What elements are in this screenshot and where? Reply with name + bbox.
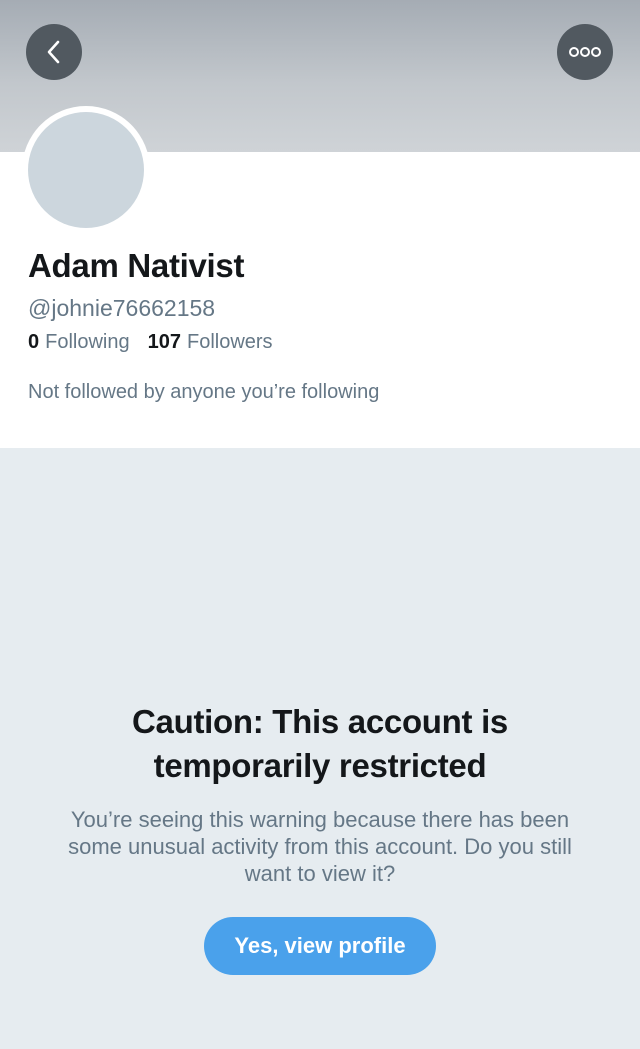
username-handle: @johnie76662158 bbox=[28, 295, 216, 321]
following-stat[interactable]: 0 Following bbox=[28, 331, 130, 354]
following-label: Following bbox=[45, 331, 130, 353]
more-options-button[interactable] bbox=[557, 24, 613, 80]
followers-stat[interactable]: 107 Followers bbox=[148, 331, 273, 354]
more-options-icon bbox=[569, 47, 601, 57]
display-name: Adam Nativist bbox=[28, 247, 245, 284]
follow-stats: 0 Following 107 Followers bbox=[28, 331, 273, 354]
followers-label: Followers bbox=[186, 331, 273, 353]
chevron-left-icon bbox=[47, 40, 60, 64]
warning-message: You’re seeing this warning because there… bbox=[68, 807, 572, 886]
followed-by-context: Not followed by anyone you’re following bbox=[28, 381, 380, 403]
avatar-frame bbox=[22, 106, 150, 234]
avatar[interactable] bbox=[28, 112, 144, 228]
warning-title: Caution: This account is temporarily res… bbox=[132, 703, 508, 784]
back-button[interactable] bbox=[26, 24, 82, 80]
restriction-warning: Caution: This account is temporarily res… bbox=[0, 700, 640, 887]
view-profile-button[interactable]: Yes, view profile bbox=[204, 917, 436, 975]
followers-count: 107 bbox=[147, 331, 181, 353]
following-count: 0 bbox=[28, 331, 40, 353]
